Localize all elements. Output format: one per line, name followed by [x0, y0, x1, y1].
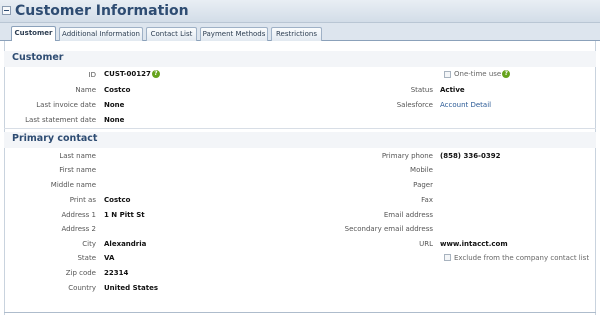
last-invoice-value: None — [104, 101, 125, 109]
primary-phone-value: (858) 336-0392 — [440, 152, 501, 160]
print-as-value: Costco — [104, 196, 131, 204]
tab-payment-methods[interactable]: Payment Methods — [200, 27, 268, 41]
tab-customer[interactable]: Customer — [11, 26, 56, 42]
help-icon[interactable]: ? — [151, 70, 160, 78]
title-bar: Customer Information — [0, 0, 600, 23]
id-label: ID — [88, 71, 96, 79]
last-statement-label: Last statement date — [25, 116, 96, 124]
pager-label: Pager — [413, 181, 433, 189]
email-label: Email address — [383, 211, 433, 219]
name-value: Costco — [104, 86, 131, 94]
page-title: Customer Information — [15, 3, 189, 19]
mobile-label: Mobile — [410, 166, 433, 174]
secondary-email-label: Secondary email address — [344, 225, 433, 233]
tab-bar: Customer Additional Information Contact … — [0, 23, 600, 42]
country-label: Country — [68, 284, 96, 292]
status-value: Active — [440, 86, 465, 94]
state-value: VA — [104, 254, 115, 262]
last-invoice-label: Last invoice date — [36, 101, 96, 109]
exclude-from-contact-list-label: Exclude from the company contact list — [454, 254, 590, 262]
salesforce-account-detail-link[interactable]: Account Detail — [440, 101, 491, 109]
bottom-border — [4, 312, 596, 313]
fax-label: Fax — [421, 196, 433, 204]
section-title-customer: Customer — [12, 52, 64, 63]
section-divider — [4, 128, 596, 129]
one-time-use-label: One-time use? — [454, 70, 511, 78]
first-name-label: First name — [59, 166, 96, 174]
country-value: United States — [104, 284, 158, 292]
name-label: Name — [75, 86, 96, 94]
address2-label: Address 2 — [61, 225, 96, 233]
primary-phone-label: Primary phone — [381, 152, 433, 160]
exclude-from-contact-list-checkbox[interactable] — [444, 254, 451, 261]
city-label: City — [82, 240, 96, 248]
help-icon[interactable]: ? — [502, 70, 511, 78]
address1-value: 1 N Pitt St — [104, 211, 145, 219]
address1-label: Address 1 — [61, 211, 96, 219]
tab-contact-list[interactable]: Contact List — [146, 27, 197, 41]
state-label: State — [77, 254, 96, 262]
primary-contact-section-header: Primary contact — [4, 132, 596, 148]
section-title-primary-contact: Primary contact — [12, 133, 98, 144]
tab-additional-information[interactable]: Additional Information — [59, 27, 143, 41]
one-time-use-checkbox[interactable] — [444, 71, 451, 78]
customer-section-header: Customer — [4, 51, 596, 67]
url-label: URL — [419, 240, 433, 248]
salesforce-label: Salesforce — [396, 101, 433, 109]
zip-label: Zip code — [65, 269, 96, 277]
status-label: Status — [410, 86, 433, 94]
url-value[interactable]: www.intacct.com — [440, 240, 508, 248]
print-as-label: Print as — [69, 196, 96, 204]
city-value: Alexandria — [104, 240, 147, 248]
tab-restrictions[interactable]: Restrictions — [271, 27, 322, 41]
last-name-label: Last name — [59, 152, 96, 160]
collapse-icon[interactable] — [2, 6, 11, 15]
last-statement-value: None — [104, 116, 125, 124]
middle-name-label: Middle name — [50, 181, 96, 189]
id-value: CUST-00127? — [104, 70, 160, 78]
zip-value: 22314 — [104, 269, 129, 277]
